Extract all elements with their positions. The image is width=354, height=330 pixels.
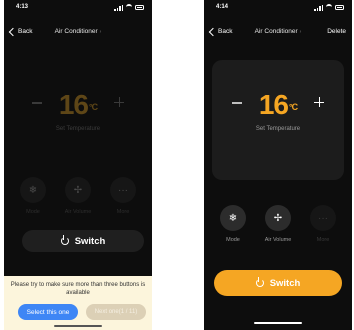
mode-label: Mode [226,237,240,243]
temperature-unit: °C [89,102,98,112]
battery-icon [335,5,344,10]
mode-label: Mode [26,209,40,215]
select-this-one-button[interactable]: Select this one [18,304,78,320]
mode-button[interactable]: ❄ Mode [18,177,48,215]
home-indicator [54,325,102,327]
signal-icon [114,4,123,11]
set-temperature-label: Set Temperature [55,126,101,132]
switch-button[interactable]: Switch [22,230,144,252]
air-volume-label: Air Volume [264,237,292,243]
fan-icon: ✢ [65,177,91,203]
status-bar: 4:13 [12,4,144,14]
nav-bar: Back Air Conditioner › [4,27,152,40]
switch-button[interactable]: Switch [214,270,342,296]
title-caret-icon: › [299,29,302,35]
temperature-value: 16°C [12,90,144,120]
air-volume-label: Air Volume [64,209,92,215]
left-phone-screen: 4:13 Back Air Conditioner › 16°C Set Temp… [4,0,152,330]
temperature-number: 16 [58,89,89,120]
fan-icon: ✢ [265,205,291,231]
signal-icon [314,4,323,11]
mode-buttons: ❄ Mode ✢ Air Volume ··· More [204,205,352,249]
temperature-unit: °C [289,102,298,112]
air-volume-button[interactable]: ✢ Air Volume [63,177,93,215]
right-phone-screen: 4:14 Back Air Conditioner › Delete 16°C S… [204,0,352,330]
temperature-panel: 16°C Set Temperature [212,60,344,180]
more-button[interactable]: ··· More [308,205,338,243]
more-icon: ··· [110,177,136,203]
button-test-prompt: Please try to make sure more than three … [4,276,152,330]
next-one-button[interactable]: Next one(1 / 11) [86,304,146,320]
power-icon [255,277,264,287]
mode-button[interactable]: ❄ Mode [218,205,248,243]
set-temperature-label: Set Temperature [255,126,301,132]
page-title[interactable]: Air Conditioner › [4,28,152,35]
air-volume-button[interactable]: ✢ Air Volume [263,205,293,243]
prompt-message: Please try to make sure more than three … [10,282,146,296]
switch-label: Switch [269,277,301,289]
home-indicator [254,322,302,324]
temperature-number: 16 [258,89,289,120]
temperature-panel: 16°C Set Temperature [12,60,144,180]
status-time: 4:13 [16,4,29,10]
status-bar: 4:14 [212,4,344,14]
delete-button[interactable]: Delete [327,28,346,35]
snowflake-icon: ❄ [220,205,246,231]
snowflake-icon: ❄ [20,177,46,203]
temperature-increase-button[interactable] [114,97,124,107]
page-title-text: Air Conditioner [254,28,298,35]
more-button[interactable]: ··· More [108,177,138,215]
more-label: More [116,209,130,215]
more-icon: ··· [310,205,336,231]
temperature-increase-button[interactable] [314,97,324,107]
power-icon [60,235,69,245]
battery-icon [135,5,144,10]
temperature-value: 16°C [212,90,344,120]
status-icons [314,4,344,11]
more-label: More [316,237,330,243]
mode-buttons: ❄ Mode ✢ Air Volume ··· More [4,177,152,221]
wifi-icon [126,4,132,11]
status-icons [114,4,144,11]
title-caret-icon: › [99,29,102,35]
wifi-icon [326,4,332,11]
switch-label: Switch [74,235,106,247]
page-title-text: Air Conditioner [54,28,98,35]
nav-bar: Back Air Conditioner › Delete [204,27,352,40]
status-time: 4:14 [216,4,229,10]
